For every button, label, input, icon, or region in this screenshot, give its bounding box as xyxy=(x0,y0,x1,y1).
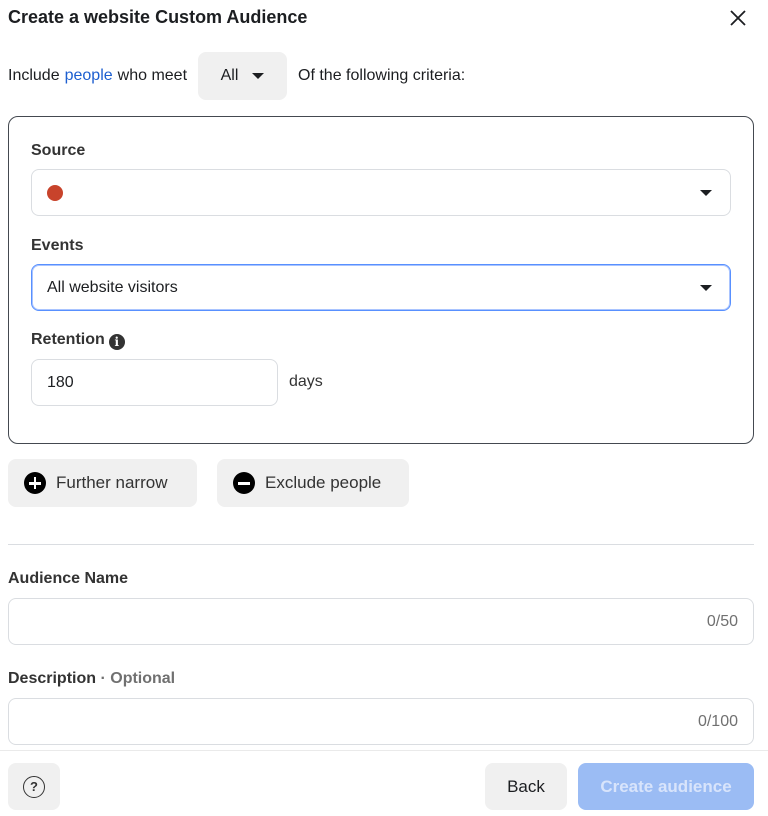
audience-name-label: Audience Name xyxy=(8,570,129,587)
description-input[interactable] xyxy=(9,699,753,744)
optional-tag: · Optional xyxy=(100,670,176,687)
question-circle-icon: ? xyxy=(23,775,45,798)
footer-divider xyxy=(0,750,768,751)
plus-circle-icon xyxy=(24,472,46,494)
include-suffix: Of the following criteria: xyxy=(298,67,466,84)
dialog-title: Create a website Custom Audience xyxy=(8,7,308,27)
source-label: Source xyxy=(31,142,86,159)
events-select[interactable]: All website visitors xyxy=(31,264,731,311)
retention-label: Retention xyxy=(31,331,105,348)
minus-circle-icon xyxy=(233,472,255,494)
source-select[interactable] xyxy=(31,169,731,216)
audience-name-input[interactable] xyxy=(9,599,753,644)
exclude-people-button[interactable]: Exclude people xyxy=(217,459,409,507)
audience-name-field[interactable]: 0/50 xyxy=(8,598,754,645)
description-label: Description xyxy=(8,670,97,687)
source-status-dot-icon xyxy=(47,184,63,201)
include-middle: who meet xyxy=(117,67,188,84)
people-link[interactable]: people xyxy=(65,67,113,85)
divider xyxy=(8,544,754,545)
retention-input[interactable] xyxy=(31,359,278,406)
include-prefix: Include xyxy=(8,67,60,84)
caret-down-icon xyxy=(700,285,712,291)
criteria-panel: Source Events All website visitors Reten… xyxy=(8,116,754,444)
create-audience-button[interactable]: Create audience xyxy=(578,763,754,810)
exclude-people-label: Exclude people xyxy=(265,473,382,492)
info-icon[interactable]: i xyxy=(108,334,125,350)
retention-unit: days xyxy=(289,373,323,390)
help-button[interactable]: ? xyxy=(8,763,60,810)
match-type-dropdown[interactable]: All xyxy=(198,52,288,100)
further-narrow-label: Further narrow xyxy=(56,473,168,492)
back-button[interactable]: Back xyxy=(485,763,567,810)
close-icon xyxy=(730,10,746,26)
further-narrow-button[interactable]: Further narrow xyxy=(8,459,197,507)
caret-down-icon xyxy=(700,190,712,196)
match-type-value: All xyxy=(220,67,239,84)
events-label: Events xyxy=(31,237,84,254)
close-button[interactable] xyxy=(726,6,750,30)
retention-label-row: Retention i xyxy=(31,331,125,350)
events-value: All website visitors xyxy=(47,278,178,296)
include-row: Include people who meet All Of the follo… xyxy=(8,52,465,100)
description-label-row: Description · Optional xyxy=(8,670,175,688)
description-field[interactable]: 0/100 xyxy=(8,698,754,745)
caret-down-icon xyxy=(252,73,265,79)
